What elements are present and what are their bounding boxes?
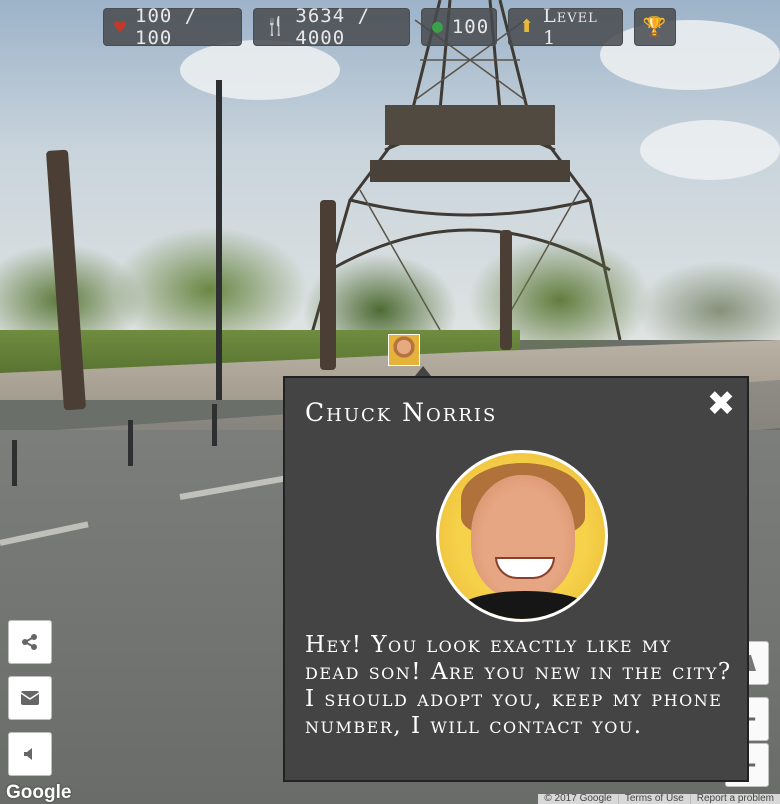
health-stat[interactable]: ♥ 100 / 100 xyxy=(103,5,242,49)
envelope-icon xyxy=(20,691,40,705)
tree-trunk xyxy=(320,200,336,370)
money-bag-icon: ● xyxy=(432,16,444,37)
level-stat[interactable]: ⬆ Level 1 xyxy=(508,5,623,49)
npc-name: Chuck Norris xyxy=(305,398,498,427)
trophy-icon: 🏆 xyxy=(642,15,668,38)
npc-message: Hey! You look exactly like my dead son! … xyxy=(305,632,732,739)
level-value: Level 1 xyxy=(543,5,598,49)
close-icon: ✖ xyxy=(706,384,736,424)
fork-knife-icon: 🍴 xyxy=(264,16,288,37)
google-logo: Google xyxy=(6,782,72,803)
report-link[interactable]: Report a problem xyxy=(689,794,780,804)
bollard xyxy=(12,440,17,486)
share-icon xyxy=(22,634,37,650)
dialog-pointer xyxy=(415,366,431,376)
bollard xyxy=(128,420,133,466)
map-footer: © 2017 Google Terms of Use Report a prob… xyxy=(538,794,780,804)
trees xyxy=(0,180,780,350)
food-stat[interactable]: 🍴 3634 / 4000 xyxy=(253,5,410,49)
trophy-button[interactable]: 🏆 xyxy=(634,8,676,46)
share-button[interactable] xyxy=(8,620,52,664)
portrait-face xyxy=(471,475,575,599)
terms-link[interactable]: Terms of Use xyxy=(617,794,690,804)
cloud xyxy=(640,120,780,180)
sound-button[interactable] xyxy=(8,732,52,776)
bollard xyxy=(212,404,217,446)
food-value: 3634 / 4000 xyxy=(295,5,371,49)
heart-icon: ♥ xyxy=(114,15,128,39)
hud-bar: ♥ 100 / 100 🍴 3634 / 4000 ● 100 ⬆ Level … xyxy=(103,5,676,49)
sound-icon xyxy=(24,748,32,760)
copyright-text: © 2017 Google xyxy=(544,793,612,804)
tree-trunk xyxy=(500,230,512,350)
lamp-post xyxy=(216,80,222,400)
npc-portrait xyxy=(436,450,608,622)
close-button[interactable]: ✖ xyxy=(705,384,737,424)
npc-dialog: Chuck Norris ✖ Hey! You look exactly lik… xyxy=(283,376,749,782)
money-value: 100 xyxy=(451,16,490,38)
money-stat[interactable]: ● 100 xyxy=(421,8,497,46)
arrow-up-icon: ⬆ xyxy=(519,16,536,37)
portrait-shirt xyxy=(457,591,593,619)
npc-marker[interactable] xyxy=(388,334,420,366)
health-value: 100 / 100 xyxy=(135,5,198,49)
mail-button[interactable] xyxy=(8,676,52,720)
